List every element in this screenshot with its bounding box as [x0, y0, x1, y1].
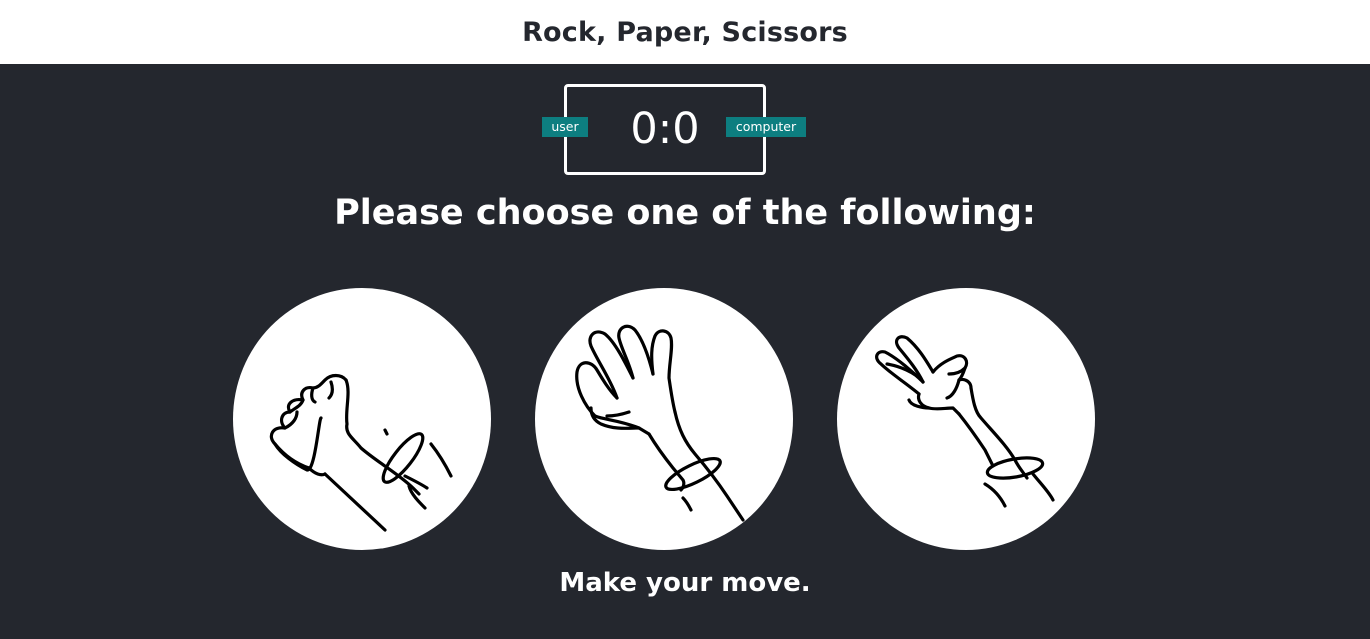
- user-badge: user: [542, 117, 588, 137]
- scissors-hand-icon: [875, 335, 1055, 508]
- page-title: Rock, Paper, Scissors: [522, 16, 848, 48]
- header-bar: Rock, Paper, Scissors: [0, 0, 1370, 64]
- choice-prompt: Please choose one of the following:: [334, 193, 1036, 233]
- rock-hand-icon: [269, 373, 453, 532]
- status-message: Make your move.: [559, 568, 811, 598]
- computer-badge: computer: [726, 117, 806, 137]
- rock-choice-button[interactable]: [233, 288, 491, 550]
- paper-choice-button[interactable]: [535, 288, 793, 550]
- scissors-choice-button[interactable]: [837, 288, 1095, 550]
- paper-hand-icon: [575, 324, 745, 522]
- score-display: 0:0: [630, 104, 700, 154]
